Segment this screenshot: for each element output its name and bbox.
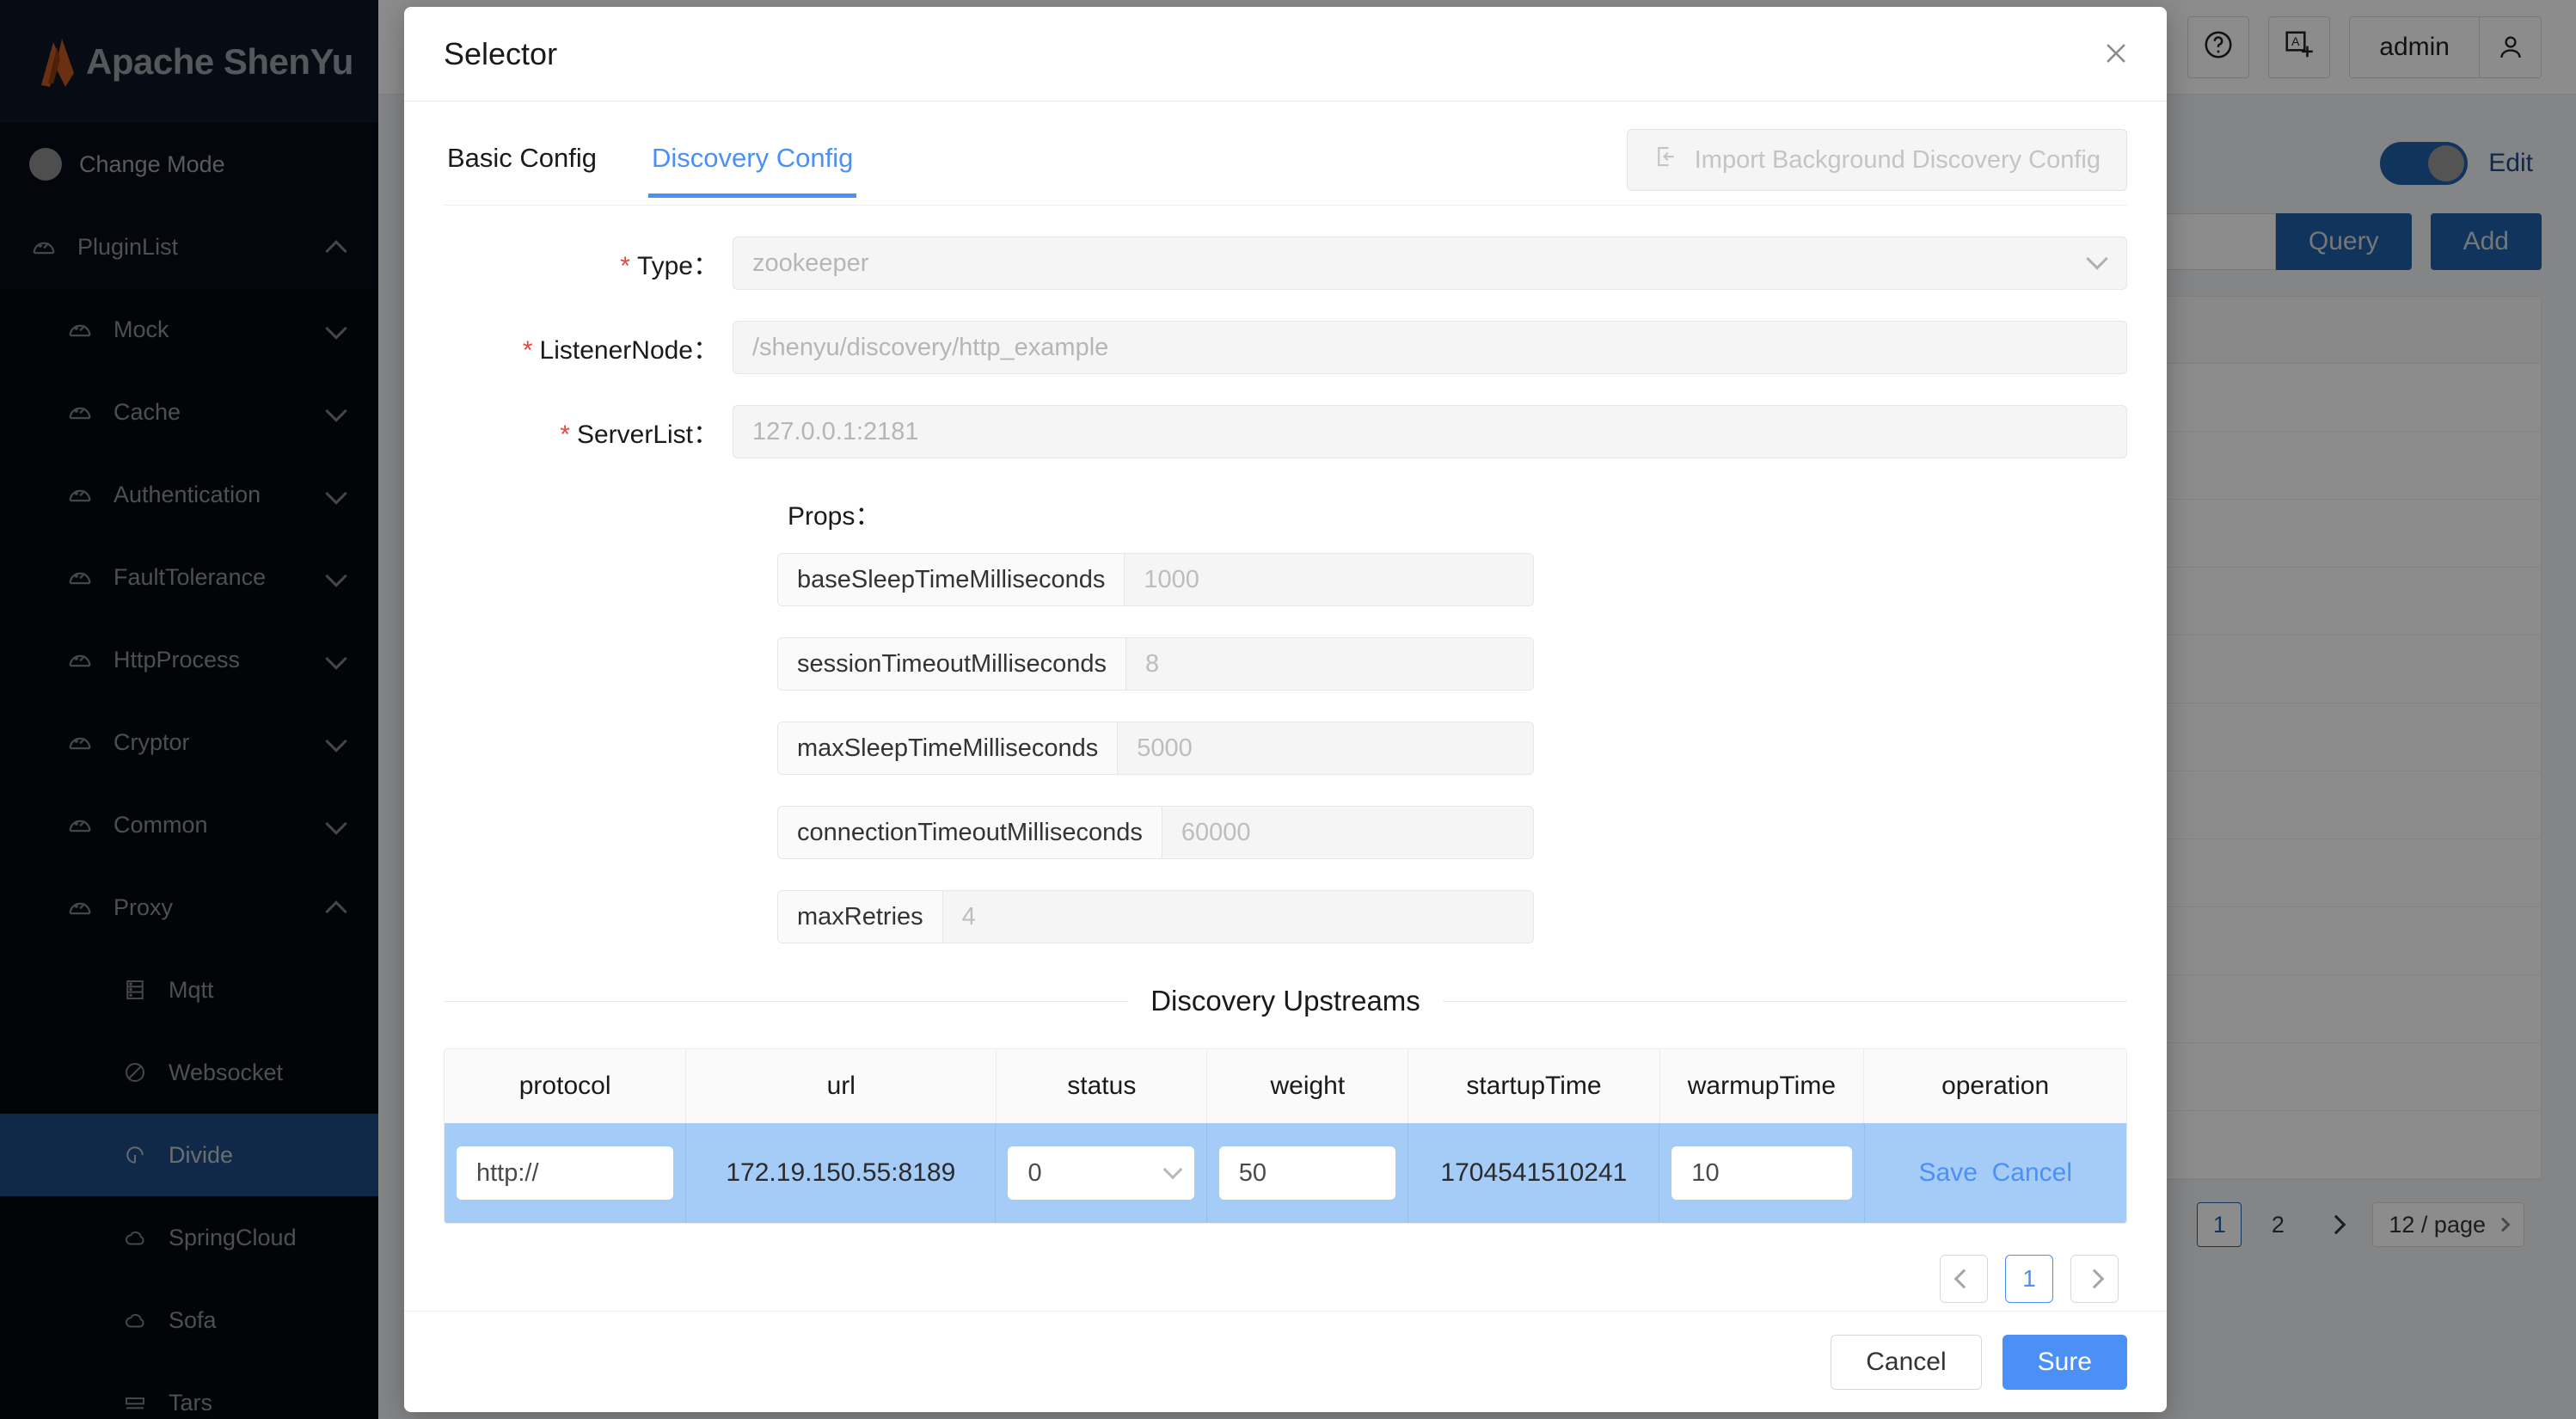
required-marker: * — [560, 421, 570, 449]
field-label-type: *Type： — [444, 244, 733, 282]
upstreams-column-header-weight: weight — [1207, 1049, 1408, 1123]
divider-line-left — [444, 1001, 1128, 1002]
cell-startup-time: 1704541510241 — [1408, 1123, 1659, 1223]
prop-key: maxSleepTimeMilliseconds — [778, 722, 1118, 774]
upstreams-column-header-operation: operation — [1864, 1049, 2126, 1123]
props-label: Props： — [444, 494, 2127, 532]
row-operations: Save Cancel — [1919, 1156, 2072, 1191]
tab-basic-config[interactable]: Basic Config — [444, 129, 600, 196]
status-select[interactable]: 0 — [1008, 1146, 1193, 1200]
upstreams-header-row: protocolurlstatusweightstartupTimewarmup… — [445, 1049, 2126, 1123]
cancel-button[interactable]: Cancel — [1831, 1335, 1981, 1390]
chevron-down-icon — [1162, 1160, 1182, 1180]
row-cancel-link[interactable]: Cancel — [1992, 1158, 2072, 1187]
prop-key: baseSleepTimeMilliseconds — [778, 554, 1125, 605]
protocol-input[interactable]: http:// — [457, 1146, 673, 1200]
prop-key: sessionTimeoutMilliseconds — [778, 638, 1126, 690]
form-row-type: *Type：zookeeper — [444, 236, 2127, 290]
divider-line-right — [1443, 1001, 2127, 1002]
upstreams-column-header-status: status — [997, 1049, 1207, 1123]
field-label-text: ServerList — [577, 421, 693, 449]
upstreams-pagination: 1 — [444, 1255, 2127, 1303]
cell-protocol: http:// — [445, 1123, 686, 1223]
import-icon — [1653, 144, 1679, 176]
weight-input[interactable]: 50 — [1219, 1146, 1396, 1200]
props-grid: baseSleepTimeMilliseconds1000 sessionTime… — [444, 553, 2127, 943]
prop-value-input[interactable]: 4 — [943, 891, 1533, 943]
close-icon[interactable] — [2101, 34, 2131, 74]
tab-discovery-config[interactable]: Discovery Config — [648, 129, 856, 196]
prop-value-input[interactable]: 1000 — [1125, 554, 1533, 605]
cell-operation: Save Cancel — [1865, 1123, 2126, 1223]
field-label-text: Type — [637, 252, 693, 280]
upstreams-body: http://172.19.150.55:8189 0 50170454151024… — [445, 1123, 2126, 1223]
discovery-form: *Type：zookeeper *ListenerNode：/shenyu/dis… — [444, 236, 2127, 458]
field-control-serverlist: 127.0.0.1:2181 — [733, 405, 2127, 458]
upstreams-prev-page-button[interactable] — [1940, 1255, 1988, 1303]
serverlist-input[interactable]: 127.0.0.1:2181 — [733, 405, 2127, 458]
field-control-listenernode: /shenyu/discovery/http_example — [733, 321, 2127, 374]
upstreams-column-header-warmupTime: warmupTime — [1660, 1049, 1865, 1123]
selector-dialog: Selector Basic Config Discovery Config Im… — [404, 7, 2167, 1412]
dialog-tab-bar: Basic Config Discovery Config Import Back… — [444, 129, 2127, 206]
field-control-type: zookeeper — [733, 236, 2127, 290]
prop-sessionTimeoutMilliseconds: sessionTimeoutMilliseconds8 — [777, 637, 1534, 691]
field-label-listenernode: *ListenerNode： — [444, 329, 733, 366]
prop-value-input[interactable]: 5000 — [1118, 722, 1533, 774]
required-marker: * — [620, 252, 630, 280]
import-background-discovery-config-button[interactable]: Import Background Discovery Config — [1627, 129, 2127, 191]
warmup-time-input[interactable]: 10 — [1671, 1146, 1851, 1200]
discovery-upstreams-divider: Discovery Upstreams — [444, 985, 2127, 1017]
prop-key: connectionTimeoutMilliseconds — [778, 807, 1162, 858]
status-value: 0 — [1027, 1159, 1041, 1188]
sure-button[interactable]: Sure — [2003, 1335, 2127, 1390]
cell-status: 0 — [996, 1123, 1206, 1223]
required-marker: * — [523, 336, 533, 365]
field-label-serverlist: *ServerList： — [444, 413, 733, 451]
import-button-label: Import Background Discovery Config — [1695, 146, 2101, 175]
upstreams-next-page-button[interactable] — [2070, 1255, 2119, 1303]
dialog-title: Selector — [444, 36, 557, 72]
prop-key: maxRetries — [778, 891, 943, 943]
cell-url: 172.19.150.55:8189 — [686, 1123, 996, 1223]
upstreams-row: http://172.19.150.55:8189 0 50170454151024… — [445, 1123, 2126, 1223]
cell-warmup-time: 10 — [1659, 1123, 1864, 1223]
prop-value-input[interactable]: 60000 — [1162, 807, 1533, 858]
type-input[interactable]: zookeeper — [733, 236, 2127, 290]
discovery-upstreams-title: Discovery Upstreams — [1150, 985, 1420, 1017]
form-row-serverlist: *ServerList：127.0.0.1:2181 — [444, 405, 2127, 458]
discovery-upstreams-table: protocolurlstatusweightstartupTimewarmup… — [444, 1048, 2127, 1224]
cell-weight: 50 — [1207, 1123, 1409, 1223]
prop-value-input[interactable]: 8 — [1126, 638, 1533, 690]
tab-list: Basic Config Discovery Config — [444, 129, 856, 196]
upstreams-column-header-url: url — [686, 1049, 997, 1123]
prop-maxSleepTimeMilliseconds: maxSleepTimeMilliseconds5000 — [777, 722, 1534, 775]
form-row-listenernode: *ListenerNode：/shenyu/discovery/http_exa… — [444, 321, 2127, 374]
prop-baseSleepTimeMilliseconds: baseSleepTimeMilliseconds1000 — [777, 553, 1534, 606]
upstreams-column-header-protocol: protocol — [445, 1049, 686, 1123]
row-save-link[interactable]: Save — [1919, 1158, 1978, 1187]
dialog-footer: Cancel Sure — [404, 1311, 2167, 1412]
upstreams-column-header-startupTime: startupTime — [1408, 1049, 1659, 1123]
listenernode-input[interactable]: /shenyu/discovery/http_example — [733, 321, 2127, 374]
dialog-header: Selector — [404, 7, 2167, 101]
upstreams-page-1-button[interactable]: 1 — [2005, 1255, 2053, 1303]
field-label-text: ListenerNode — [540, 336, 693, 365]
prop-connectionTimeoutMilliseconds: connectionTimeoutMilliseconds60000 — [777, 806, 1534, 859]
dialog-body: Basic Config Discovery Config Import Back… — [404, 101, 2167, 1311]
prop-maxRetries: maxRetries4 — [777, 890, 1534, 943]
